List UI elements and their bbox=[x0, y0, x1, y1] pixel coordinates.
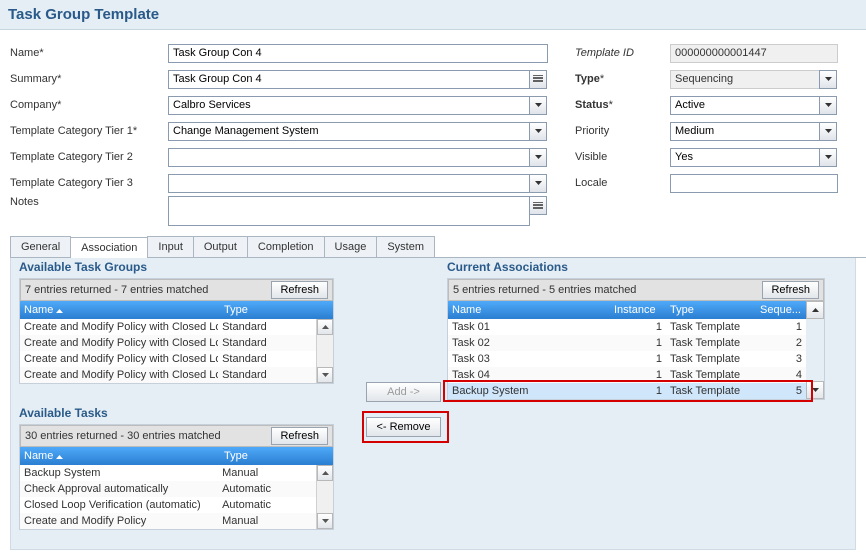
tier3-dropdown-button[interactable] bbox=[529, 174, 547, 193]
tabstrip: GeneralAssociationInputOutputCompletionU… bbox=[10, 236, 866, 258]
table-row[interactable]: Create and Modify Policy with Closed LoS… bbox=[20, 351, 316, 367]
table-row[interactable]: Backup SystemManual bbox=[20, 465, 316, 481]
label-name: Name bbox=[10, 47, 168, 59]
tasks-scrollbar[interactable] bbox=[316, 465, 333, 529]
notes-field[interactable] bbox=[168, 196, 530, 226]
label-tier1: Template Category Tier 1 bbox=[10, 125, 168, 137]
tab-system[interactable]: System bbox=[376, 236, 435, 257]
tier1-field[interactable] bbox=[168, 122, 530, 141]
label-priority: Priority bbox=[575, 125, 670, 137]
priority-dropdown-button[interactable] bbox=[819, 122, 837, 141]
scroll-down-icon[interactable] bbox=[317, 513, 333, 529]
label-status: Status* bbox=[575, 99, 670, 111]
tab-usage[interactable]: Usage bbox=[324, 236, 378, 257]
summary-menu-button[interactable] bbox=[529, 70, 547, 89]
company-field[interactable] bbox=[168, 96, 530, 115]
visible-dropdown-button[interactable] bbox=[819, 148, 837, 167]
priority-field[interactable] bbox=[670, 122, 820, 141]
page-title: Task Group Template bbox=[0, 0, 866, 30]
tab-general[interactable]: General bbox=[10, 236, 71, 257]
label-locale: Locale bbox=[575, 177, 670, 189]
tab-output[interactable]: Output bbox=[193, 236, 248, 257]
tasks-col-name[interactable]: Name bbox=[20, 450, 220, 462]
tab-completion[interactable]: Completion bbox=[247, 236, 325, 257]
groups-title: Available Task Groups bbox=[19, 260, 334, 274]
label-type: Type* bbox=[575, 73, 670, 85]
tasks-title: Available Tasks bbox=[19, 406, 334, 420]
tasks-status: 30 entries returned - 30 entries matched bbox=[25, 430, 271, 442]
label-template-id: Template ID bbox=[575, 47, 670, 59]
scroll-down-icon[interactable] bbox=[317, 367, 333, 383]
move-up-button[interactable] bbox=[806, 301, 824, 319]
assoc-col-type[interactable]: Type bbox=[666, 304, 756, 316]
type-dropdown-button[interactable] bbox=[819, 70, 837, 89]
table-row[interactable]: Create and Modify Policy with Closed LoS… bbox=[20, 335, 316, 351]
form-area: Name Summary Company Template Category T… bbox=[0, 30, 866, 230]
table-row[interactable]: Check Approval automaticallyAutomatic bbox=[20, 481, 316, 497]
assoc-col-name[interactable]: Name bbox=[448, 304, 610, 316]
tasks-col-type[interactable]: Type bbox=[220, 450, 319, 462]
groups-scrollbar[interactable] bbox=[316, 319, 333, 383]
add-button[interactable]: Add -> bbox=[366, 382, 441, 402]
table-row[interactable]: Create and Modify Policy with Closed LoS… bbox=[20, 319, 316, 335]
scroll-up-icon[interactable] bbox=[317, 319, 333, 335]
move-down-button[interactable] bbox=[806, 381, 824, 399]
sort-asc-icon bbox=[56, 450, 63, 462]
scroll-up-icon[interactable] bbox=[317, 465, 333, 481]
tier2-field[interactable] bbox=[168, 148, 530, 167]
assoc-col-seq[interactable]: Seque... bbox=[756, 304, 806, 316]
assoc-col-instance[interactable]: Instance bbox=[610, 304, 666, 316]
label-tier2: Template Category Tier 2 bbox=[10, 151, 168, 163]
table-row[interactable]: Closed Loop Verification (automatic)Auto… bbox=[20, 497, 316, 513]
table-row[interactable]: Backup System1Task Template5 bbox=[448, 383, 806, 399]
tasks-refresh-button[interactable]: Refresh bbox=[271, 427, 328, 445]
summary-field[interactable] bbox=[168, 70, 530, 89]
groups-status: 7 entries returned - 7 entries matched bbox=[25, 284, 271, 296]
template-id-field: 000000000001447 bbox=[670, 44, 838, 63]
assoc-refresh-button[interactable]: Refresh bbox=[762, 281, 819, 299]
visible-field[interactable] bbox=[670, 148, 820, 167]
groups-box: 7 entries returned - 7 entries matched R… bbox=[19, 278, 334, 384]
tasks-box: 30 entries returned - 30 entries matched… bbox=[19, 424, 334, 530]
table-row[interactable]: Task 021Task Template2 bbox=[448, 335, 806, 351]
tab-input[interactable]: Input bbox=[147, 236, 193, 257]
table-row[interactable]: Task 031Task Template3 bbox=[448, 351, 806, 367]
remove-button[interactable]: <- Remove bbox=[366, 417, 441, 437]
tier1-dropdown-button[interactable] bbox=[529, 122, 547, 141]
groups-col-name[interactable]: Name bbox=[20, 304, 220, 316]
assoc-title: Current Associations bbox=[447, 260, 825, 274]
table-row[interactable]: Task 041Task Template4 bbox=[448, 367, 806, 383]
table-row[interactable]: Create and Modify Policy with Closed LoS… bbox=[20, 367, 316, 383]
tab-association[interactable]: Association bbox=[70, 237, 148, 258]
name-field[interactable] bbox=[168, 44, 548, 63]
table-row[interactable]: Create and Modify PolicyManual bbox=[20, 513, 316, 529]
association-panel: Available Task Groups 7 entries returned… bbox=[10, 258, 856, 550]
tier2-dropdown-button[interactable] bbox=[529, 148, 547, 167]
type-field[interactable]: Sequencing bbox=[670, 70, 820, 89]
notes-menu-button[interactable] bbox=[529, 196, 547, 215]
tier3-field[interactable] bbox=[168, 174, 530, 193]
label-tier3: Template Category Tier 3 bbox=[10, 177, 168, 189]
status-dropdown-button[interactable] bbox=[819, 96, 837, 115]
label-company: Company bbox=[10, 99, 168, 111]
assoc-status: 5 entries returned - 5 entries matched bbox=[453, 284, 762, 296]
label-notes: Notes bbox=[10, 196, 168, 208]
locale-field[interactable] bbox=[670, 174, 838, 193]
groups-col-type[interactable]: Type bbox=[220, 304, 319, 316]
table-row[interactable]: Task 011Task Template1 bbox=[448, 319, 806, 335]
label-visible: Visible bbox=[575, 151, 670, 163]
status-field[interactable] bbox=[670, 96, 820, 115]
company-dropdown-button[interactable] bbox=[529, 96, 547, 115]
assoc-box: 5 entries returned - 5 entries matched R… bbox=[447, 278, 825, 400]
label-summary: Summary bbox=[10, 73, 168, 85]
groups-refresh-button[interactable]: Refresh bbox=[271, 281, 328, 299]
sort-asc-icon bbox=[56, 304, 63, 316]
